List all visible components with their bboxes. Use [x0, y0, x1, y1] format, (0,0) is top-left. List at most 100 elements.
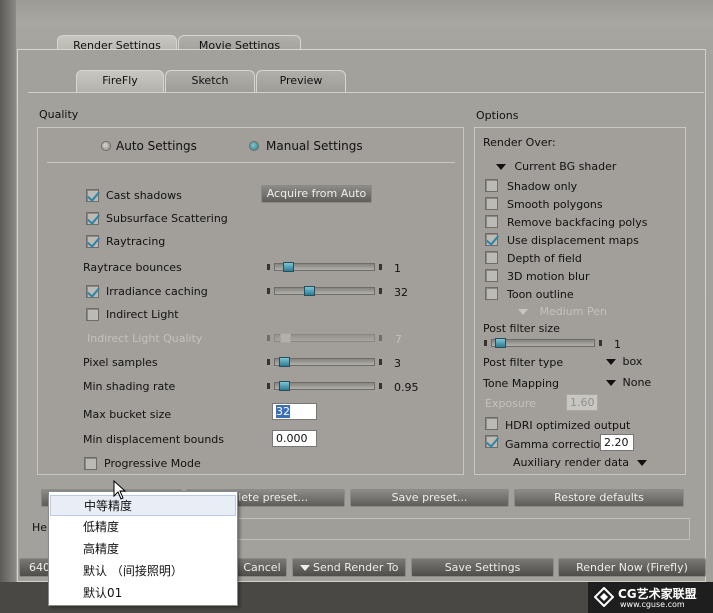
auxiliary-render-data-dropdown[interactable]: Auxiliary render data — [513, 456, 647, 469]
tab-preview[interactable]: Preview — [256, 70, 346, 92]
hdri-output-label: HDRI optimized output — [505, 419, 631, 432]
post-filter-size-slider[interactable] — [483, 337, 603, 349]
cast-shadows-label: Cast shadows — [106, 189, 182, 202]
chevron-down-icon — [636, 460, 647, 466]
save-preset-button[interactable]: Save preset... — [350, 489, 509, 507]
irradiance-caching-checkbox[interactable] — [86, 285, 99, 298]
indirect-light-quality-value: 7 — [395, 333, 402, 346]
irradiance-caching-thumb[interactable] — [304, 286, 315, 296]
render-size-button[interactable]: 640 — [19, 558, 50, 577]
pixel-samples-slider[interactable] — [266, 356, 383, 368]
raytracing-checkbox[interactable] — [86, 235, 99, 248]
auto-settings-radio[interactable] — [101, 141, 111, 151]
preset-menu-item[interactable]: 高精度 — [50, 539, 236, 560]
use-displacement-checkbox[interactable] — [485, 233, 498, 246]
progressive-mode-checkbox[interactable] — [84, 457, 97, 470]
indirect-light-checkbox[interactable] — [86, 308, 99, 321]
min-displacement-label: Min displacement bounds — [83, 433, 225, 446]
raytracing-label: Raytracing — [106, 235, 166, 248]
motion-blur-label: 3D motion blur — [507, 270, 590, 283]
motion-blur-checkbox[interactable] — [485, 269, 498, 282]
toon-outline-label: Toon outline — [507, 288, 574, 301]
manual-settings-label: Manual Settings — [266, 139, 363, 153]
max-bucket-size-field[interactable]: 32 — [272, 403, 317, 420]
save-settings-button[interactable]: Save Settings — [411, 558, 554, 577]
render-over-label: Render Over: — [483, 136, 556, 149]
chevron-down-icon — [606, 359, 616, 365]
manual-settings-radio[interactable] — [249, 141, 259, 151]
options-title: Options — [476, 109, 519, 122]
shadow-only-label: Shadow only — [507, 180, 578, 193]
quality-group — [37, 127, 464, 475]
auxiliary-render-data-label: Auxiliary render data — [513, 456, 630, 469]
irradiance-caching-label: Irradiance caching — [106, 285, 208, 298]
smooth-polygons-checkbox[interactable] — [485, 197, 498, 210]
post-filter-type-dropdown[interactable]: box — [606, 355, 642, 368]
watermark-url: www.cguse.com — [620, 600, 685, 609]
gamma-correction-label: Gamma correction — [505, 438, 608, 451]
chevron-down-icon — [606, 380, 616, 386]
preset-popup-menu: 中等精度 低精度 高精度 默认 （间接照明） 默认01 — [48, 491, 238, 606]
quality-divider — [47, 162, 455, 163]
indirect-light-quality-slider — [266, 332, 383, 344]
shadow-only-checkbox[interactable] — [485, 179, 498, 192]
pixel-samples-value: 3 — [394, 357, 401, 370]
smooth-polygons-label: Smooth polygons — [507, 198, 603, 211]
current-bg-shader-dropdown[interactable]: Current BG shader — [496, 160, 616, 173]
chevron-down-icon — [496, 164, 506, 170]
quality-title: Quality — [39, 108, 79, 121]
post-filter-type-value: box — [622, 355, 643, 368]
medium-pen-dropdown: Medium Pen — [518, 305, 607, 318]
min-shading-rate-thumb[interactable] — [279, 381, 290, 391]
subsurface-scattering-label: Subsurface Scattering — [106, 212, 228, 225]
exposure-field: 1.60 — [566, 394, 598, 411]
toon-outline-checkbox[interactable] — [485, 287, 498, 300]
depth-of-field-checkbox[interactable] — [485, 251, 498, 264]
current-bg-shader-value: Current BG shader — [514, 160, 617, 173]
irradiance-caching-value: 32 — [394, 286, 408, 299]
chevron-down-icon — [299, 565, 310, 571]
preset-menu-item[interactable]: 中等精度 — [50, 495, 236, 516]
subtab-line — [28, 92, 704, 93]
medium-pen-value: Medium Pen — [539, 305, 607, 318]
acquire-from-auto-button[interactable]: Acquire from Auto — [261, 185, 372, 203]
subsurface-scattering-checkbox[interactable] — [86, 212, 99, 225]
watermark: CG艺术家联盟 www.cguse.com — [588, 582, 713, 613]
exposure-label: Exposure — [485, 397, 536, 410]
min-shading-rate-slider[interactable] — [266, 380, 383, 392]
irradiance-caching-slider[interactable] — [266, 285, 383, 297]
tone-mapping-label: Tone Mapping — [483, 377, 560, 390]
cancel-button[interactable]: Cancel — [237, 558, 287, 577]
post-filter-type-label: Post filter type — [483, 356, 564, 369]
use-displacement-label: Use displacement maps — [507, 234, 639, 247]
remove-backfacing-checkbox[interactable] — [485, 215, 498, 228]
progressive-mode-label: Progressive Mode — [104, 457, 201, 470]
tab-sketch[interactable]: Sketch — [165, 70, 255, 92]
preset-menu-item[interactable]: 默认01 — [50, 583, 236, 604]
raytrace-bounces-thumb[interactable] — [283, 262, 294, 272]
hdri-output-checkbox[interactable] — [485, 417, 498, 430]
chevron-down-icon — [518, 309, 528, 315]
depth-of-field-label: Depth of field — [507, 252, 582, 265]
post-filter-size-label: Post filter size — [483, 322, 560, 335]
restore-defaults-button[interactable]: Restore defaults — [514, 489, 684, 507]
raytrace-bounces-slider[interactable] — [266, 261, 383, 273]
auto-settings-label: Auto Settings — [116, 139, 197, 153]
raytrace-bounces-value: 1 — [394, 262, 401, 275]
help-text-area — [236, 518, 690, 540]
render-now-button[interactable]: Render Now (Firefly) — [558, 558, 706, 577]
mouse-cursor-icon — [113, 480, 127, 500]
gamma-correction-field[interactable]: 2.20 — [600, 434, 634, 451]
post-filter-size-thumb[interactable] — [495, 338, 506, 348]
preset-menu-item[interactable]: 低精度 — [50, 517, 236, 538]
min-displacement-field[interactable]: 0.000 — [272, 430, 317, 447]
tone-mapping-dropdown[interactable]: None — [606, 376, 651, 389]
logo-icon — [594, 587, 614, 607]
max-bucket-size-label: Max bucket size — [83, 408, 172, 421]
gamma-correction-checkbox[interactable] — [485, 435, 498, 448]
send-render-to-button[interactable]: Send Render To — [292, 558, 406, 577]
pixel-samples-thumb[interactable] — [279, 357, 290, 367]
preset-menu-item[interactable]: 默认 （间接照明） — [50, 561, 236, 582]
tab-firefly[interactable]: FireFly — [76, 70, 164, 92]
cast-shadows-checkbox[interactable] — [86, 189, 99, 202]
